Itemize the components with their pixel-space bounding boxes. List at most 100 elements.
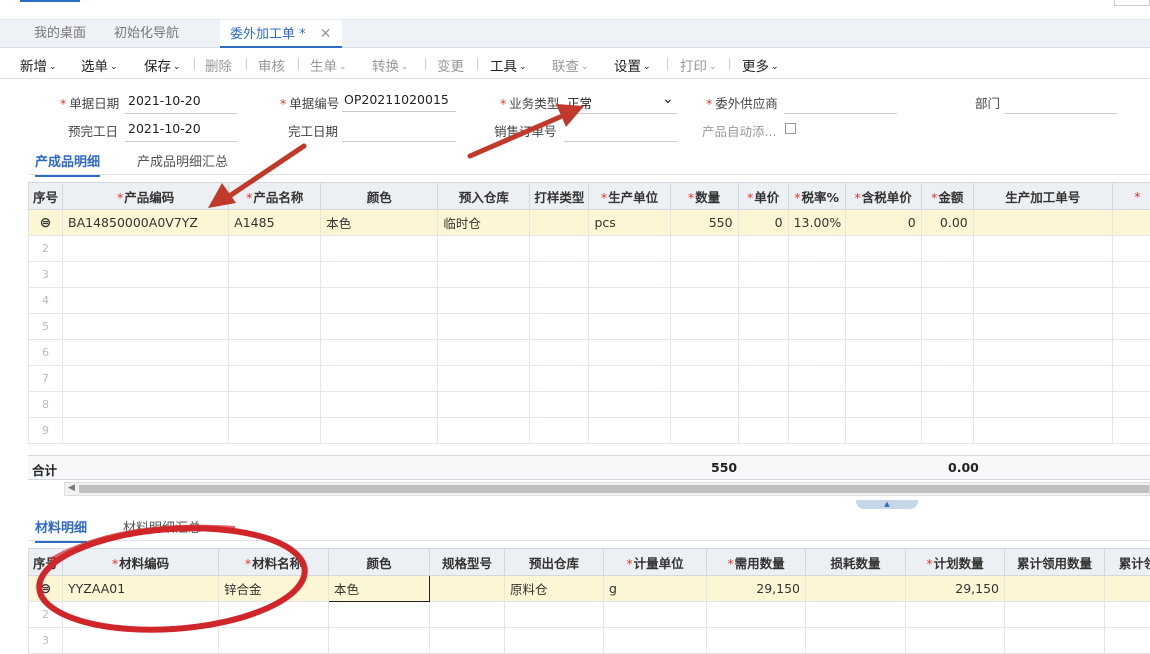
table-row[interactable]: 2 bbox=[28, 601, 1150, 628]
col-header[interactable]: *税率% bbox=[787, 182, 846, 210]
cell-product-code[interactable]: BA14850000A0V7YZ bbox=[62, 209, 230, 236]
chevron-up-icon: ▲ bbox=[884, 500, 890, 508]
scrollbar-thumb[interactable] bbox=[79, 485, 1149, 493]
col-header[interactable]: 预出仓库 bbox=[504, 548, 604, 576]
new-button[interactable]: 新增 ⌄ bbox=[20, 55, 57, 75]
cell-tax-rate[interactable]: 13.00% bbox=[787, 209, 846, 236]
col-header[interactable]: *金额 bbox=[920, 182, 974, 210]
chevron-down-icon: ⌄ bbox=[401, 62, 409, 72]
cell-qty[interactable]: 550 bbox=[669, 209, 739, 236]
table-row[interactable]: ⊜ YYZAA01 锌合金 本色 原料仓 g 29,150 29,150 bbox=[28, 575, 1150, 602]
tab-init-nav[interactable]: 初始化导航 bbox=[114, 20, 179, 48]
query-button[interactable]: 联查 ⌄ bbox=[552, 55, 589, 75]
row-menu-icon[interactable]: ⊜ bbox=[40, 581, 52, 597]
cell-material-name[interactable]: 锌合金 bbox=[218, 575, 329, 602]
close-icon[interactable]: ✕ bbox=[320, 26, 332, 42]
row-number: 2 bbox=[28, 601, 63, 628]
col-header[interactable]: *产品编码 bbox=[62, 182, 230, 210]
change-button[interactable]: 变更 bbox=[437, 55, 464, 75]
biz-type-label: * 业务类型 bbox=[500, 96, 560, 111]
cell-product-name[interactable]: A1485 bbox=[228, 209, 322, 236]
col-header[interactable]: *材料名称 bbox=[218, 548, 329, 576]
table-row[interactable]: 7 bbox=[27, 365, 1150, 392]
tab-outsourcing-order[interactable]: 委外加工单 * ✕ bbox=[220, 20, 342, 48]
cell-warehouse[interactable]: 临时仓 bbox=[437, 209, 531, 236]
cell-unit[interactable]: pcs bbox=[588, 209, 671, 236]
tools-button[interactable]: 工具 ⌄ bbox=[490, 55, 527, 75]
table-row[interactable]: 8 bbox=[27, 391, 1150, 418]
cell-plan-qty[interactable]: 29,150 bbox=[905, 575, 1005, 602]
scroll-left-icon[interactable]: ◀ bbox=[68, 483, 75, 493]
col-header[interactable]: *计量单位 bbox=[603, 548, 707, 576]
tab-material-summary[interactable]: 材料明细汇总 bbox=[123, 517, 201, 536]
row-menu-cell[interactable]: ⊜ bbox=[28, 575, 63, 602]
chevron-down-icon[interactable]: ⌄ bbox=[662, 91, 674, 107]
audit-button[interactable]: 审核 bbox=[258, 55, 285, 75]
cell-material-code[interactable]: YYZAA01 bbox=[62, 575, 219, 602]
save-button[interactable]: 保存 ⌄ bbox=[144, 55, 181, 75]
col-header[interactable]: *材料编码 bbox=[62, 548, 219, 576]
tab-desktop[interactable]: 我的桌面 bbox=[34, 20, 86, 48]
cell-sample-type[interactable] bbox=[529, 209, 590, 236]
col-header[interactable]: *需用数量 bbox=[706, 548, 806, 576]
cell-extra[interactable] bbox=[1111, 209, 1150, 236]
col-header[interactable]: *单价 bbox=[737, 182, 789, 210]
cell-loss-qty[interactable] bbox=[805, 575, 906, 602]
cell-color[interactable]: 本色 bbox=[320, 209, 439, 236]
cell-issued-2[interactable] bbox=[1104, 575, 1150, 602]
select-order-button[interactable]: 选单 ⌄ bbox=[81, 55, 118, 75]
table-row[interactable]: 3 bbox=[27, 261, 1150, 288]
col-header[interactable]: *产品名称 bbox=[228, 182, 322, 210]
row-menu-icon[interactable]: ⊜ bbox=[40, 215, 52, 231]
col-header[interactable]: 规格型号 bbox=[429, 548, 505, 576]
col-header[interactable]: *含税单价 bbox=[844, 182, 922, 210]
more-button[interactable]: 更多 ⌄ bbox=[742, 55, 779, 75]
table-row[interactable]: 2 bbox=[27, 235, 1150, 262]
col-header[interactable]: 生产加工单号 bbox=[972, 182, 1113, 210]
cell-color[interactable]: 本色 bbox=[328, 575, 430, 602]
print-button[interactable]: 打印 ⌄ bbox=[680, 55, 717, 75]
cell-unit[interactable]: g bbox=[603, 575, 707, 602]
cell-spec[interactable] bbox=[429, 575, 505, 602]
cell-tax-price[interactable]: 0 bbox=[844, 209, 922, 236]
cropped-title-fragment bbox=[20, 0, 80, 2]
table-row[interactable]: 5 bbox=[27, 313, 1150, 340]
doc-no-field[interactable]: OP20211020015 bbox=[344, 92, 449, 107]
auto-add-checkbox[interactable] bbox=[785, 123, 796, 134]
col-header[interactable]: *生产单位 bbox=[588, 182, 671, 210]
doc-date-field[interactable]: 2021-10-20 bbox=[128, 93, 201, 108]
col-header[interactable]: 颜色 bbox=[320, 182, 439, 210]
col-header[interactable]: 累计领 bbox=[1104, 548, 1150, 576]
row-menu-cell[interactable]: ⊜ bbox=[27, 209, 64, 236]
biz-type-select[interactable]: 正常 bbox=[567, 93, 592, 112]
generate-button[interactable]: 生单 ⌄ bbox=[310, 55, 347, 75]
col-header[interactable]: 预入仓库 bbox=[437, 182, 531, 210]
cell-order-no[interactable] bbox=[972, 209, 1113, 236]
col-header[interactable]: 颜色 bbox=[328, 548, 430, 576]
delete-button[interactable]: 删除 bbox=[205, 55, 232, 75]
cell-need-qty[interactable]: 29,150 bbox=[706, 575, 806, 602]
col-header[interactable]: *计划数量 bbox=[905, 548, 1005, 576]
table-row[interactable]: ⊜ BA14850000A0V7YZ A1485 本色 临时仓 pcs 550 … bbox=[27, 209, 1150, 236]
plan-finish-field[interactable]: 2021-10-20 bbox=[128, 121, 201, 136]
cell-amount[interactable]: 0.00 bbox=[920, 209, 974, 236]
table-row[interactable]: 9 bbox=[27, 417, 1150, 444]
table-row[interactable]: 6 bbox=[27, 339, 1150, 366]
cell-price[interactable]: 0 bbox=[737, 209, 789, 236]
col-header[interactable]: 损耗数量 bbox=[805, 548, 906, 576]
tab-product-summary[interactable]: 产成品明细汇总 bbox=[137, 151, 228, 170]
table-row[interactable]: 3 bbox=[28, 627, 1150, 654]
col-header[interactable]: *数量 bbox=[669, 182, 739, 210]
settings-button[interactable]: 设置 ⌄ bbox=[614, 55, 651, 75]
cell-issued-qty[interactable] bbox=[1004, 575, 1105, 602]
window-control[interactable] bbox=[1114, 0, 1150, 6]
cell-warehouse[interactable]: 原料仓 bbox=[504, 575, 604, 602]
horizontal-scrollbar[interactable]: ◀ bbox=[64, 482, 1150, 496]
panel-splitter-handle[interactable]: ▲ bbox=[856, 500, 918, 509]
col-header[interactable]: 打样类型 bbox=[529, 182, 590, 210]
col-header[interactable]: 累计领用数量 bbox=[1004, 548, 1105, 576]
col-header[interactable]: * bbox=[1111, 182, 1150, 210]
field-underline bbox=[342, 111, 456, 112]
convert-button[interactable]: 转换 ⌄ bbox=[372, 55, 409, 75]
table-row[interactable]: 4 bbox=[27, 287, 1150, 314]
